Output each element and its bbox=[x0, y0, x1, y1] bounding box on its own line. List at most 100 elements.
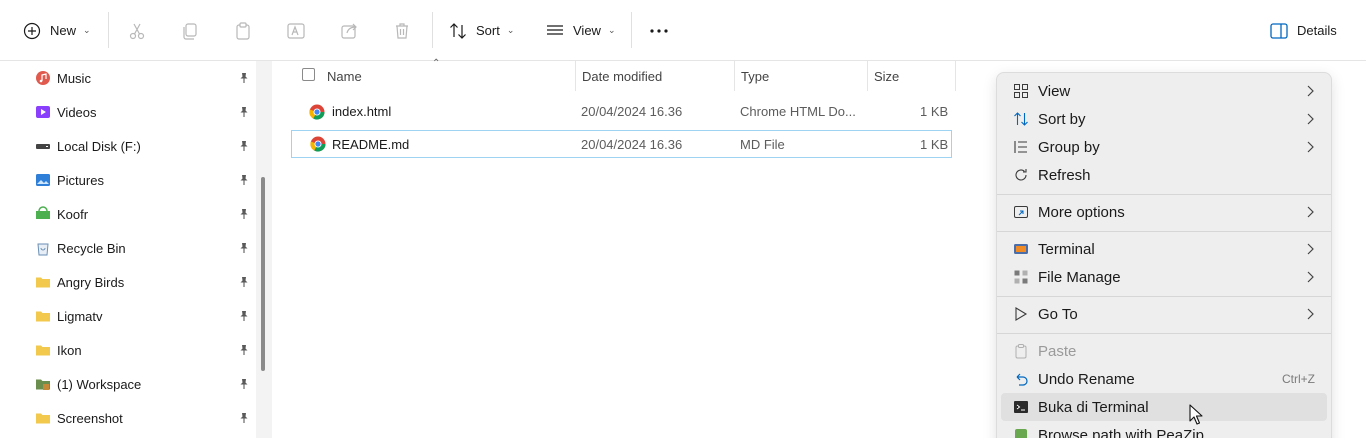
new-button[interactable]: New ⌄ bbox=[20, 14, 91, 47]
column-divider[interactable] bbox=[575, 61, 576, 91]
file-name: index.html bbox=[332, 104, 392, 119]
view-button[interactable]: View ⌄ bbox=[543, 14, 616, 47]
sidebar-item-label: Ikon bbox=[57, 342, 82, 358]
paste-button[interactable] bbox=[231, 14, 255, 47]
pin-icon[interactable] bbox=[238, 276, 250, 288]
sort-ascending-icon: ⌃ bbox=[432, 58, 441, 69]
menu-item-label: More options bbox=[1038, 203, 1125, 221]
menu-item-label: Terminal bbox=[1038, 240, 1095, 258]
terminal-icon bbox=[1013, 241, 1029, 257]
column-header-date[interactable]: Date modified bbox=[582, 69, 662, 84]
view-button-label: View bbox=[573, 23, 601, 38]
select-all-checkbox[interactable] bbox=[302, 68, 315, 81]
sidebar-item-label: Ligmatv bbox=[57, 308, 103, 324]
context-menu: View Sort by Group by Refresh More options Te… bbox=[996, 72, 1332, 438]
view-grid-icon bbox=[1013, 83, 1029, 99]
delete-icon bbox=[390, 19, 414, 43]
menu-item-go-to[interactable]: Go To bbox=[1001, 300, 1327, 328]
file-manage-icon bbox=[1013, 269, 1029, 285]
menu-item-more-options[interactable]: More options bbox=[1001, 198, 1327, 226]
details-pane-icon bbox=[1267, 19, 1291, 43]
pin-icon[interactable] bbox=[238, 106, 250, 118]
pin-icon[interactable] bbox=[238, 140, 250, 152]
group-icon bbox=[1013, 139, 1029, 155]
sidebar-item-recycle-bin[interactable]: Recycle Bin bbox=[0, 231, 256, 265]
pin-icon[interactable] bbox=[238, 310, 250, 322]
file-row[interactable]: index.html 20/04/2024 16.36 Chrome HTML … bbox=[291, 98, 952, 126]
menu-item-sort-by[interactable]: Sort by bbox=[1001, 105, 1327, 133]
sort-button[interactable]: Sort ⌄ bbox=[446, 14, 514, 47]
menu-item-file-manage[interactable]: File Manage bbox=[1001, 263, 1327, 291]
menu-item-buka-di-terminal[interactable]: Buka di Terminal bbox=[1001, 393, 1327, 421]
sidebar-item-music[interactable]: Music bbox=[0, 61, 256, 95]
chevron-right-icon bbox=[1305, 271, 1315, 283]
cut-icon bbox=[125, 19, 149, 43]
column-divider[interactable] bbox=[734, 61, 735, 91]
folder-icon bbox=[35, 308, 51, 324]
sidebar-item-ikon[interactable]: Ikon bbox=[0, 333, 256, 367]
paste-icon bbox=[231, 19, 255, 43]
share-button[interactable] bbox=[337, 14, 361, 47]
chevron-right-icon bbox=[1305, 243, 1315, 255]
sidebar-item-1-workspace[interactable]: (1) Workspace bbox=[0, 367, 256, 401]
chevron-right-icon bbox=[1305, 206, 1315, 218]
sidebar-item-screenshot[interactable]: Screenshot bbox=[0, 401, 256, 435]
pin-icon[interactable] bbox=[238, 174, 250, 186]
sidebar-item-label: Local Disk (F:) bbox=[57, 138, 141, 154]
menu-item-terminal[interactable]: Terminal bbox=[1001, 235, 1327, 263]
menu-item-label: Group by bbox=[1038, 138, 1100, 156]
undo-icon bbox=[1013, 371, 1029, 387]
folder-icon bbox=[35, 410, 51, 426]
sidebar-item-label: Pictures bbox=[57, 172, 104, 188]
pin-icon[interactable] bbox=[238, 344, 250, 356]
column-header-size[interactable]: Size bbox=[874, 69, 899, 84]
rename-button[interactable] bbox=[284, 14, 308, 47]
menu-item-view[interactable]: View bbox=[1001, 77, 1327, 105]
sidebar-item-label: Koofr bbox=[57, 206, 89, 222]
cut-button[interactable] bbox=[125, 14, 149, 47]
menu-item-paste[interactable]: Paste bbox=[1001, 337, 1327, 365]
videos-icon bbox=[35, 104, 51, 120]
menu-item-label: View bbox=[1038, 82, 1071, 100]
pin-icon[interactable] bbox=[238, 208, 250, 220]
menu-item-group-by[interactable]: Group by bbox=[1001, 133, 1327, 161]
sidebar-item-local-disk-f[interactable]: Local Disk (F:) bbox=[0, 129, 256, 163]
column-divider[interactable] bbox=[955, 61, 956, 91]
more-options-icon bbox=[1013, 204, 1029, 220]
pin-icon[interactable] bbox=[238, 378, 250, 390]
sidebar-item-videos[interactable]: Videos bbox=[0, 95, 256, 129]
column-divider[interactable] bbox=[867, 61, 868, 91]
music-icon bbox=[35, 70, 51, 86]
chevron-down-icon: ⌄ bbox=[506, 25, 515, 35]
file-size: 1 KB bbox=[920, 137, 949, 152]
delete-button[interactable] bbox=[390, 14, 414, 47]
new-button-label: New bbox=[50, 23, 77, 38]
goto-icon bbox=[1013, 306, 1029, 322]
pin-icon[interactable] bbox=[238, 242, 250, 254]
pin-icon[interactable] bbox=[238, 72, 250, 84]
sidebar-item-ligmatv[interactable]: Ligmatv bbox=[0, 299, 256, 333]
menu-item-label: Go To bbox=[1038, 305, 1078, 323]
sort-icon bbox=[1013, 111, 1029, 127]
sidebar-item-angry-birds[interactable]: Angry Birds bbox=[0, 265, 256, 299]
copy-button[interactable] bbox=[178, 14, 202, 47]
menu-item-refresh[interactable]: Refresh bbox=[1001, 161, 1327, 189]
sidebar-item-pictures[interactable]: Pictures bbox=[0, 163, 256, 197]
column-header-name[interactable]: Name bbox=[327, 69, 362, 84]
more-icon bbox=[647, 19, 671, 43]
paste-icon bbox=[1013, 343, 1029, 359]
more-button[interactable] bbox=[647, 14, 671, 47]
menu-item-label: Undo Rename bbox=[1038, 370, 1135, 388]
column-header-type[interactable]: Type bbox=[741, 69, 769, 84]
pin-icon[interactable] bbox=[238, 412, 250, 424]
menu-item-browse-path-with-peazip[interactable]: Browse path with PeaZip bbox=[1001, 421, 1327, 438]
sort-button-label: Sort bbox=[476, 23, 500, 38]
sidebar-item-koofr[interactable]: Koofr bbox=[0, 197, 256, 231]
file-date: 20/04/2024 16.36 bbox=[581, 137, 683, 152]
chevron-right-icon bbox=[1305, 141, 1315, 153]
menu-item-undo-rename[interactable]: Undo Rename Ctrl+Z bbox=[1001, 365, 1327, 393]
menu-separator bbox=[997, 231, 1331, 232]
sidebar-scrollbar-thumb[interactable] bbox=[261, 177, 265, 371]
details-button[interactable]: Details bbox=[1267, 14, 1337, 47]
file-row-selected[interactable]: README.md 20/04/2024 16.36 MD File 1 KB bbox=[291, 130, 952, 158]
